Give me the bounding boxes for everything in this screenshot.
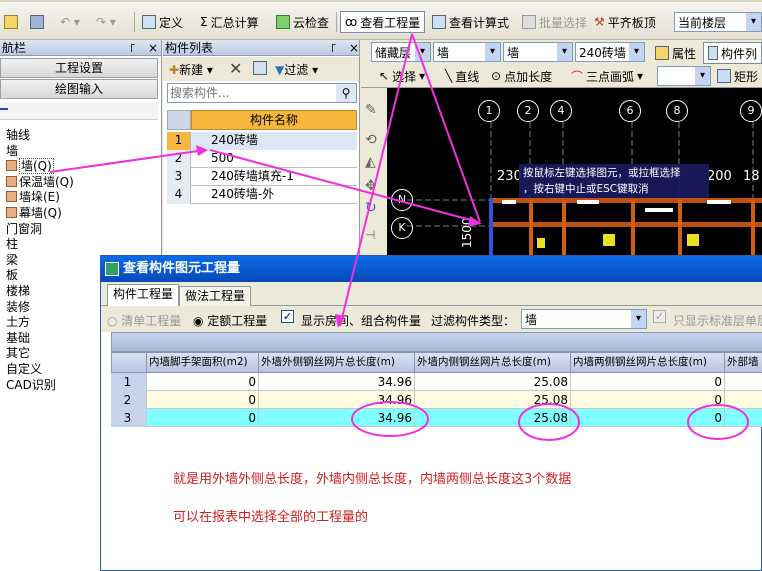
arrow-heads — [196, 145, 482, 328]
annotation-overlay — [49, 33, 749, 441]
highlight-ellipses — [351, 401, 749, 441]
annotation-arrows — [49, 33, 481, 327]
